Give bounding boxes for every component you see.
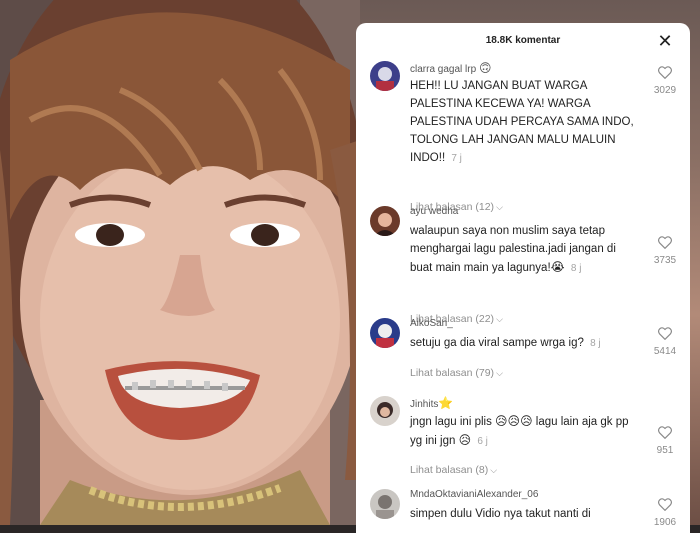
comments-count-title: 18.8K komentar bbox=[485, 35, 561, 46]
username-text: clarra gagal lrp bbox=[410, 64, 477, 75]
comment-username[interactable]: clarra gagal lrp 🙃 bbox=[410, 61, 491, 75]
comment-emoji: 😭 bbox=[550, 260, 565, 274]
avatar[interactable] bbox=[370, 206, 400, 236]
like-button[interactable]: 1906 bbox=[650, 498, 680, 528]
like-button[interactable]: 5414 bbox=[650, 327, 680, 357]
username-text: ayu wedha bbox=[410, 206, 459, 217]
heart-outline-icon bbox=[658, 327, 672, 341]
comment-username[interactable]: Jinhits⭐ bbox=[410, 396, 453, 410]
avatar[interactable] bbox=[370, 489, 400, 519]
comment-body: jngn lagu ini plis bbox=[410, 416, 492, 428]
comment-item: AikoSan_ setuju ga dia viral sampe wrga … bbox=[356, 318, 690, 388]
view-replies-label: Lihat balasan (8) bbox=[410, 464, 489, 476]
username-text: Jinhits bbox=[410, 399, 439, 410]
username-text: AikoSan_ bbox=[410, 318, 453, 329]
comment-username[interactable]: MndaOktavianiAlexander_06 bbox=[410, 489, 538, 500]
comment-username[interactable]: ayu wedha bbox=[410, 206, 458, 217]
avatar[interactable] bbox=[370, 61, 400, 91]
chevron-down-icon: ⌵ bbox=[490, 465, 498, 475]
like-count: 3735 bbox=[653, 255, 677, 266]
comment-time: 8 j bbox=[570, 263, 582, 274]
like-button[interactable]: 951 bbox=[650, 426, 680, 456]
comment-body: HEH!! LU JANGAN BUAT WARGA PALESTINA KEC… bbox=[410, 80, 634, 164]
comment-time: 8 j bbox=[590, 338, 601, 349]
comment-item: clarra gagal lrp 🙃 HEH!! LU JANGAN BUAT … bbox=[356, 61, 690, 221]
comments-panel: 18.8K komentar ✕ clarra gagal lrp 🙃 HEH!… bbox=[356, 23, 690, 533]
username-emoji: 🙃 bbox=[478, 61, 492, 75]
comments-header: 18.8K komentar ✕ bbox=[356, 23, 690, 59]
comment-username[interactable]: AikoSan_ bbox=[410, 318, 453, 329]
comment-emoji: 😥 bbox=[458, 433, 472, 447]
comment-emoji: 😥😥😥 bbox=[495, 414, 533, 428]
comment-item: Jinhits⭐ jngn lagu ini plis 😥😥😥 lagu lai… bbox=[356, 396, 690, 486]
heart-outline-icon bbox=[658, 66, 672, 80]
comment-text: simpen dulu Vidio nya takut nanti di bbox=[410, 505, 638, 523]
comment-text: jngn lagu ini plis 😥😥😥 lagu lain aja gk … bbox=[410, 412, 638, 451]
comment-body: simpen dulu Vidio nya takut nanti di bbox=[410, 508, 591, 520]
avatar[interactable] bbox=[370, 396, 400, 426]
comment-time: 7 j bbox=[451, 153, 462, 164]
comment-text: setuju ga dia viral sampe wrga ig? 8 j bbox=[410, 334, 638, 353]
view-replies-button[interactable]: Lihat balasan (8) ⌵ bbox=[410, 464, 497, 476]
view-replies-label: Lihat balasan (79) bbox=[410, 367, 495, 379]
username-emoji: ⭐ bbox=[438, 396, 454, 410]
like-button[interactable]: 3029 bbox=[650, 66, 680, 96]
avatar[interactable] bbox=[370, 318, 400, 348]
like-count: 5414 bbox=[653, 346, 677, 357]
username-text: MndaOktavianiAlexander_06 bbox=[410, 489, 539, 500]
comment-item: MndaOktavianiAlexander_06 simpen dulu Vi… bbox=[356, 489, 690, 533]
like-count: 3029 bbox=[653, 85, 677, 96]
close-icon[interactable]: ✕ bbox=[654, 30, 676, 52]
comment-body: walaupun saya non muslim saya tetap meng… bbox=[410, 225, 616, 274]
chevron-down-icon: ⌵ bbox=[496, 368, 503, 378]
comment-item: ayu wedha walaupun saya non muslim saya … bbox=[356, 206, 690, 325]
like-button[interactable]: 3735 bbox=[650, 236, 680, 266]
video-frame-person bbox=[0, 0, 360, 525]
comment-text: walaupun saya non muslim saya tetap meng… bbox=[410, 222, 638, 278]
comment-time: 6 j bbox=[477, 436, 488, 447]
like-count: 951 bbox=[656, 445, 674, 456]
heart-outline-icon bbox=[658, 498, 672, 512]
comment-body: setuju ga dia viral sampe wrga ig? bbox=[410, 337, 584, 349]
comment-text: HEH!! LU JANGAN BUAT WARGA PALESTINA KEC… bbox=[410, 77, 638, 168]
view-replies-button[interactable]: Lihat balasan (79) ⌵ bbox=[410, 367, 503, 379]
heart-outline-icon bbox=[658, 236, 672, 250]
heart-outline-icon bbox=[658, 426, 672, 440]
like-count: 1906 bbox=[653, 517, 677, 528]
